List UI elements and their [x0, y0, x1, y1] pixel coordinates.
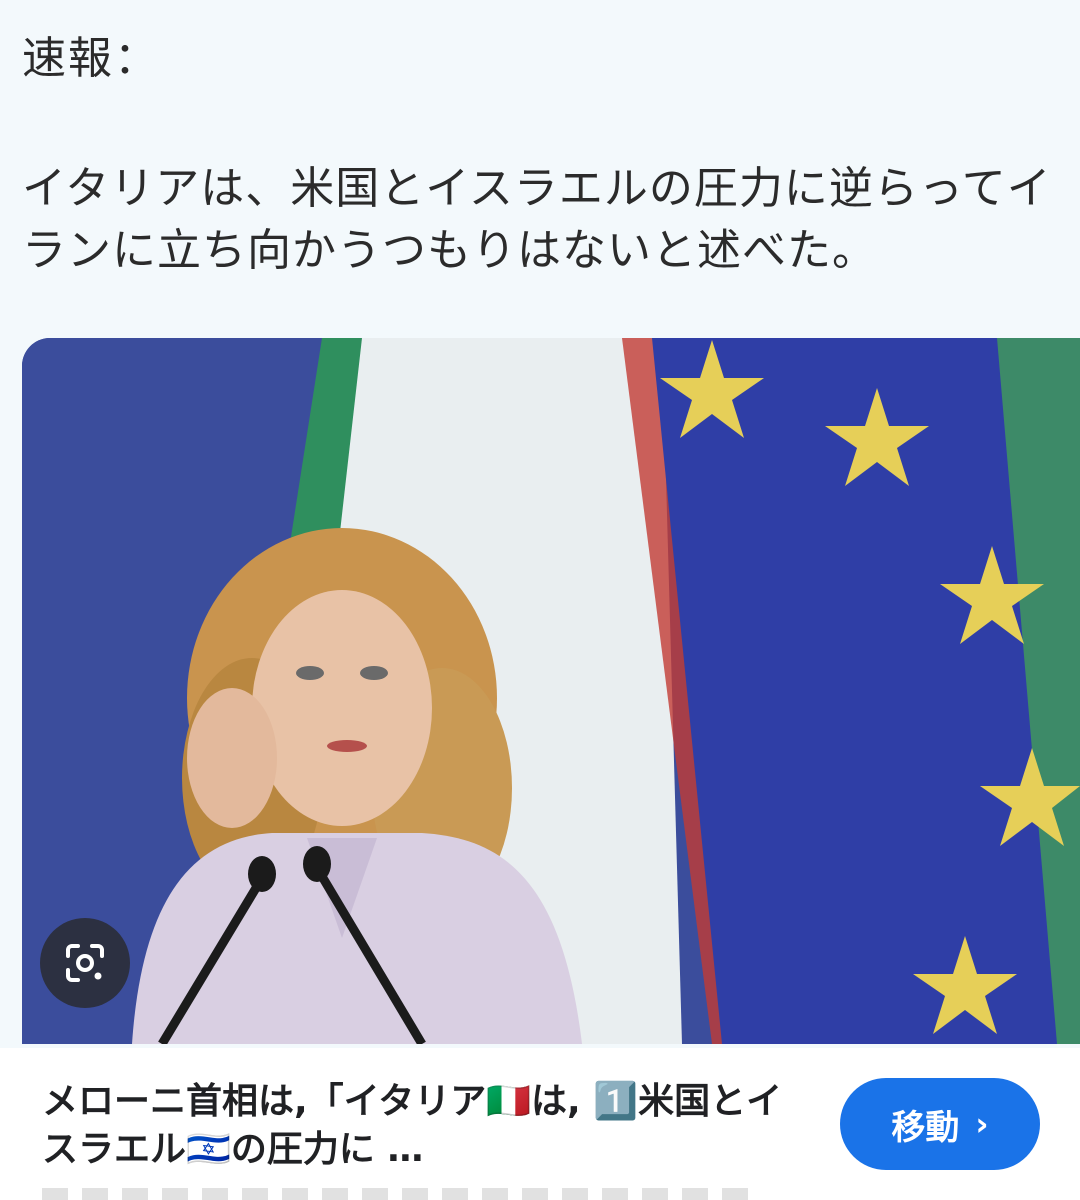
result-title[interactable]: メローニ首相は,「イタリア🇮🇹は, 1️⃣米国とイスラエル🇮🇱の圧力に …	[42, 1078, 812, 1174]
truncated-text-line	[42, 1188, 762, 1200]
post-area: 速報： イタリアは、米国とイスラエルの圧力に逆らってイランに立ち向かうつもりはな…	[0, 0, 1080, 1048]
news-photo-illustration	[22, 338, 1080, 1044]
post-body-text: イタリアは、米国とイスラエルの圧力に逆らってイランに立ち向かうつもりはないと述べ…	[22, 163, 1052, 276]
post-label: 速報：	[22, 33, 160, 84]
camera-search-button[interactable]	[40, 918, 130, 1008]
camera-search-icon	[66, 944, 104, 982]
visit-label: 移動	[891, 1107, 960, 1148]
chevron-right-icon: ›	[975, 1105, 989, 1143]
result-bar: メローニ首相は,「イタリア🇮🇹は, 1️⃣米国とイスラエル🇮🇱の圧力に … 移動…	[0, 1048, 1080, 1200]
news-photo[interactable]	[22, 338, 1080, 1044]
visit-button[interactable]: 移動 ›	[840, 1078, 1040, 1170]
